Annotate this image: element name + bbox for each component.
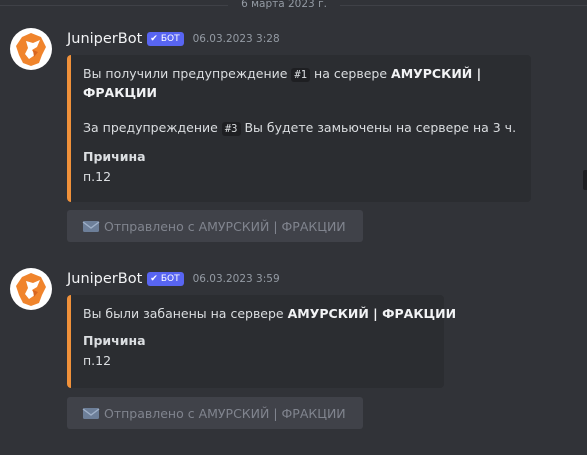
envelope-icon bbox=[82, 406, 100, 420]
timestamp[interactable]: 06.03.2023 3:28 bbox=[193, 33, 280, 45]
message-header: JuniperBot ✔ БОТ 06.03.2023 3:28 bbox=[67, 30, 280, 48]
server-name: ФРАКЦИИ bbox=[83, 85, 157, 100]
embed-description-line: Вы были забанены на сервере АМУРСКИЙ | Ф… bbox=[83, 306, 457, 321]
embed-field-value: п.12 bbox=[83, 353, 112, 368]
bot-tag: ✔ БОТ bbox=[147, 272, 184, 286]
inline-code: #1 bbox=[291, 68, 311, 82]
embed: Вы были забанены на сервере АМУРСКИЙ | Ф… bbox=[67, 295, 457, 388]
fox-logo-icon bbox=[16, 33, 46, 66]
check-icon: ✔ bbox=[150, 274, 158, 284]
timestamp[interactable]: 06.03.2023 3:59 bbox=[193, 273, 280, 285]
embed: Вы получили предупреждение #1 на сервере… bbox=[67, 55, 531, 202]
server-name: АМУРСКИЙ | bbox=[391, 66, 482, 81]
embed-description-line: ФРАКЦИИ bbox=[83, 84, 519, 102]
fox-logo-icon bbox=[16, 273, 46, 306]
message-header: JuniperBot ✔ БОТ 06.03.2023 3:59 bbox=[67, 270, 280, 288]
embed-description-line: Вы получили предупреждение #1 на сервере… bbox=[83, 66, 482, 82]
sent-from-server-button[interactable]: Отправлено с АМУРСКИЙ | ФРАКЦИИ bbox=[67, 210, 363, 242]
date-divider: 6 марта 2023 г. bbox=[0, 0, 587, 12]
embed-field-name: Причина bbox=[83, 333, 146, 348]
embed-field-value: п.12 bbox=[83, 169, 112, 184]
date-divider-text: 6 марта 2023 г. bbox=[241, 0, 327, 10]
scrollbar-thumb[interactable] bbox=[583, 170, 587, 190]
avatar[interactable] bbox=[10, 268, 52, 310]
inline-code: #3 bbox=[221, 122, 241, 136]
bot-tag-label: БОТ bbox=[160, 34, 180, 44]
divider-line bbox=[0, 5, 228, 6]
check-icon: ✔ bbox=[150, 34, 158, 44]
sent-from-server-button[interactable]: Отправлено с АМУРСКИЙ | ФРАКЦИИ bbox=[67, 397, 363, 429]
sent-from-server-label: Отправлено с АМУРСКИЙ | ФРАКЦИИ bbox=[104, 218, 346, 234]
sent-from-server-label: Отправлено с АМУРСКИЙ | ФРАКЦИИ bbox=[104, 405, 346, 421]
embed-description-line: За предупреждение #3 Вы будете замьючены… bbox=[83, 120, 517, 136]
bot-tag: ✔ БОТ bbox=[147, 32, 184, 46]
username[interactable]: JuniperBot bbox=[67, 271, 142, 287]
username[interactable]: JuniperBot bbox=[67, 31, 142, 47]
embed-field-name: Причина bbox=[83, 149, 146, 164]
server-name: АМУРСКИЙ | ФРАКЦИИ bbox=[287, 306, 457, 321]
bot-tag-label: БОТ bbox=[160, 274, 180, 284]
envelope-icon bbox=[82, 219, 100, 233]
divider-line bbox=[340, 5, 587, 6]
avatar[interactable] bbox=[10, 28, 52, 70]
